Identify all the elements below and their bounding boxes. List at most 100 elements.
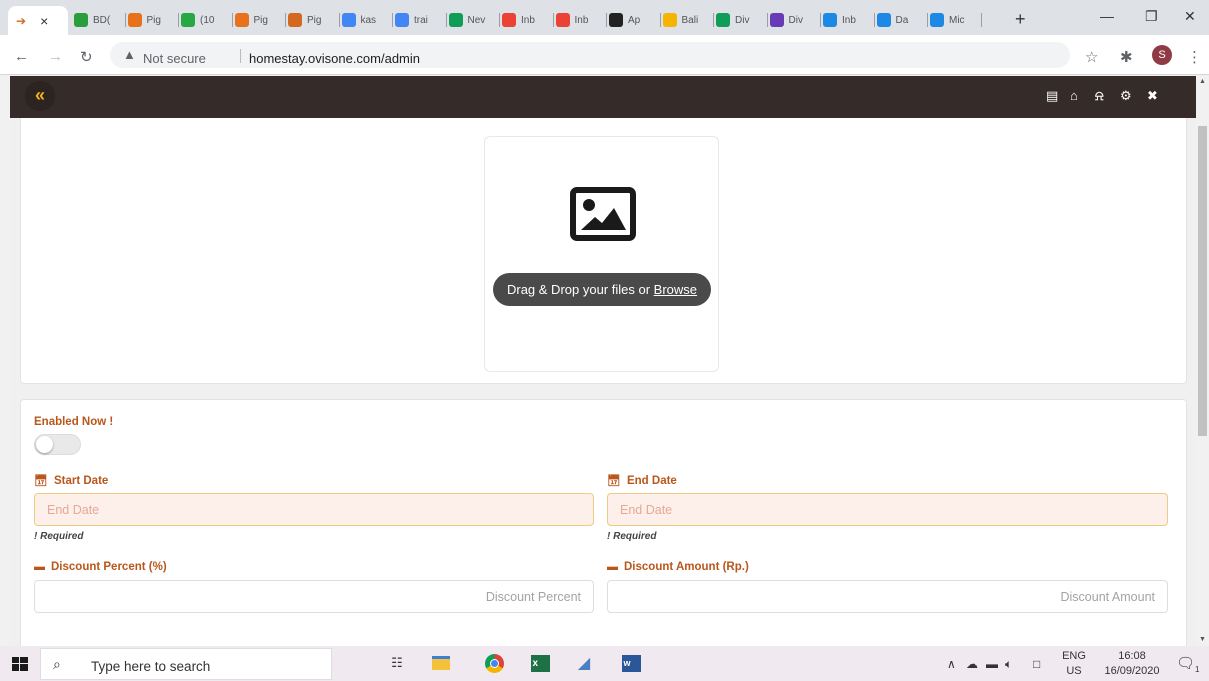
tab-strip: ➔ × BD(Pig (10 Pig Pig kas trai Nev Inb Inb Ap Bal… (0, 0, 1209, 35)
network-icon[interactable]: □ (1033, 657, 1040, 671)
image-icon (570, 187, 636, 241)
taskbar-search[interactable]: ⌕ Type here to search (40, 648, 332, 680)
browser-tab[interactable]: kas (341, 8, 393, 32)
start-date-label: 📅︎ Start Date (34, 474, 108, 488)
enabled-label: Enabled Now ! (34, 416, 114, 428)
scroll-down-arrow[interactable]: ▼ (1199, 636, 1206, 643)
windows-start-icon[interactable] (12, 657, 28, 671)
toggle-knob (36, 436, 53, 453)
clock[interactable]: 16:08 16/09/2020 (1097, 649, 1167, 679)
extensions-icon[interactable]: ✱ (1120, 48, 1133, 66)
bookmark-star-icon[interactable]: ☆ (1085, 48, 1098, 66)
browser-tab[interactable]: Nev (448, 8, 500, 32)
discount-amount-input[interactable] (607, 580, 1168, 613)
browser-tab[interactable]: Div (716, 8, 768, 32)
forward-button[interactable]: → (48, 48, 63, 65)
tab-label: kas (360, 14, 377, 26)
document-icon[interactable]: ▤ (1046, 88, 1058, 104)
photos-icon[interactable]: ◢ (573, 652, 595, 674)
volume-icon[interactable]: 🔈︎ (1005, 657, 1012, 672)
tab-separator (606, 13, 607, 27)
money-icon: ▬ (607, 561, 618, 573)
excel-icon[interactable]: x (529, 652, 551, 674)
browser-tab[interactable]: Mic (930, 8, 982, 32)
tab-label: Nev (467, 14, 486, 26)
circle-app-icon (876, 13, 891, 27)
file-dropzone[interactable]: Drag & Drop your files or Browse (484, 136, 719, 372)
discount-amount-label-text: Discount Amount (Rp.) (624, 561, 749, 573)
minimize-button[interactable]: — (1100, 8, 1114, 24)
calendar-icon: 📅︎ (34, 475, 48, 487)
tab-separator (285, 13, 286, 27)
browse-link[interactable]: Browse (654, 282, 697, 297)
tab-separator (231, 13, 233, 27)
browser-tab[interactable]: Bali (662, 8, 714, 32)
browser-tab[interactable]: Inb (555, 8, 607, 32)
tab-separator (820, 13, 821, 27)
close-window-button[interactable]: ✕ (1184, 8, 1196, 25)
money-icon: ▬ (34, 561, 45, 573)
chrome-icon[interactable] (483, 652, 505, 674)
page-scrollbar[interactable]: ▲ ▼ (1196, 76, 1209, 646)
close-icon[interactable]: ✖ (1147, 88, 1158, 104)
enabled-toggle[interactable] (34, 434, 81, 455)
not-secure-label[interactable]: Not secure (143, 51, 206, 66)
battery-icon[interactable]: ▬ (986, 657, 998, 671)
notification-icon[interactable]: 🗨︎1 (1176, 654, 1200, 674)
tray-chevron-icon[interactable]: ∧ (947, 657, 956, 671)
tab-close-button[interactable]: × (40, 13, 48, 29)
file-explorer-icon[interactable] (430, 652, 452, 674)
tab-separator (552, 13, 554, 27)
language-indicator[interactable]: ENG US (1060, 649, 1088, 679)
profile-avatar[interactable]: S (1152, 45, 1172, 65)
tab-label: Da (895, 14, 909, 26)
end-date-required: ! Required (607, 531, 657, 542)
tab-label: Inb (521, 14, 535, 26)
user-icon[interactable]: ⌂ (1070, 88, 1078, 103)
gear-icon[interactable]: ⚙ (1120, 88, 1132, 104)
browser-tab[interactable]: BD( (74, 8, 126, 32)
new-tab-button[interactable]: + (1015, 9, 1026, 30)
bell-icon[interactable]: ⍾ (1095, 88, 1104, 104)
tab-label: Pig (146, 14, 161, 26)
drag-drop-label[interactable]: Drag & Drop your files or Browse (493, 273, 711, 306)
onedrive-icon[interactable]: ☁ (966, 657, 978, 671)
tab-label: Inb (574, 14, 589, 26)
restore-button[interactable]: ❐ (1145, 8, 1158, 25)
browser-tab[interactable]: Pig (127, 8, 179, 32)
scroll-up-arrow[interactable]: ▲ (1199, 78, 1206, 85)
browser-tab[interactable]: Pig (234, 8, 286, 32)
browser-tab[interactable]: Da (876, 8, 928, 32)
tab-separator (124, 13, 126, 27)
url-text[interactable]: homestay.ovisone.com/admin (249, 51, 420, 66)
task-view-icon[interactable]: ☷ (386, 652, 408, 674)
tab-label: Ap (628, 14, 641, 26)
warning-icon[interactable]: ▲ (123, 47, 136, 62)
clock-time: 16:08 (1118, 650, 1146, 662)
image-upload-card: Drag & Drop your files or Browse (20, 118, 1187, 384)
bird-icon (288, 13, 302, 27)
discount-percent-input[interactable] (34, 580, 594, 613)
tab-active[interactable]: ➔ × (8, 6, 68, 35)
reload-button[interactable]: ↻ (80, 48, 93, 66)
browser-tab[interactable]: (10 (181, 8, 233, 32)
browser-tab[interactable]: trai (395, 8, 447, 32)
back-button[interactable]: ← (14, 48, 29, 65)
admin-header: « ▤ ⌂ ⍾ ⚙ ✖ (10, 76, 1196, 118)
end-date-label-text: End Date (626, 474, 677, 487)
scroll-thumb[interactable] (1198, 126, 1207, 436)
tab-separator (927, 13, 928, 27)
end-date-input[interactable] (607, 493, 1168, 526)
collapse-sidebar-button[interactable]: « (25, 81, 55, 111)
medium-icon (609, 13, 623, 27)
word-icon[interactable]: w (620, 652, 642, 674)
browser-tab[interactable]: Pig (288, 8, 340, 32)
end-date-label: 📅︎ End Date (607, 474, 677, 488)
browser-tab[interactable]: Inb (502, 8, 554, 32)
browser-tab[interactable]: Div (769, 8, 821, 32)
start-date-input[interactable] (34, 493, 594, 526)
menu-kebab-icon[interactable]: ⋮ (1187, 48, 1202, 66)
browser-tab[interactable]: Inb (823, 8, 875, 32)
gmail-icon (502, 13, 516, 27)
browser-tab[interactable]: Ap (609, 8, 661, 32)
